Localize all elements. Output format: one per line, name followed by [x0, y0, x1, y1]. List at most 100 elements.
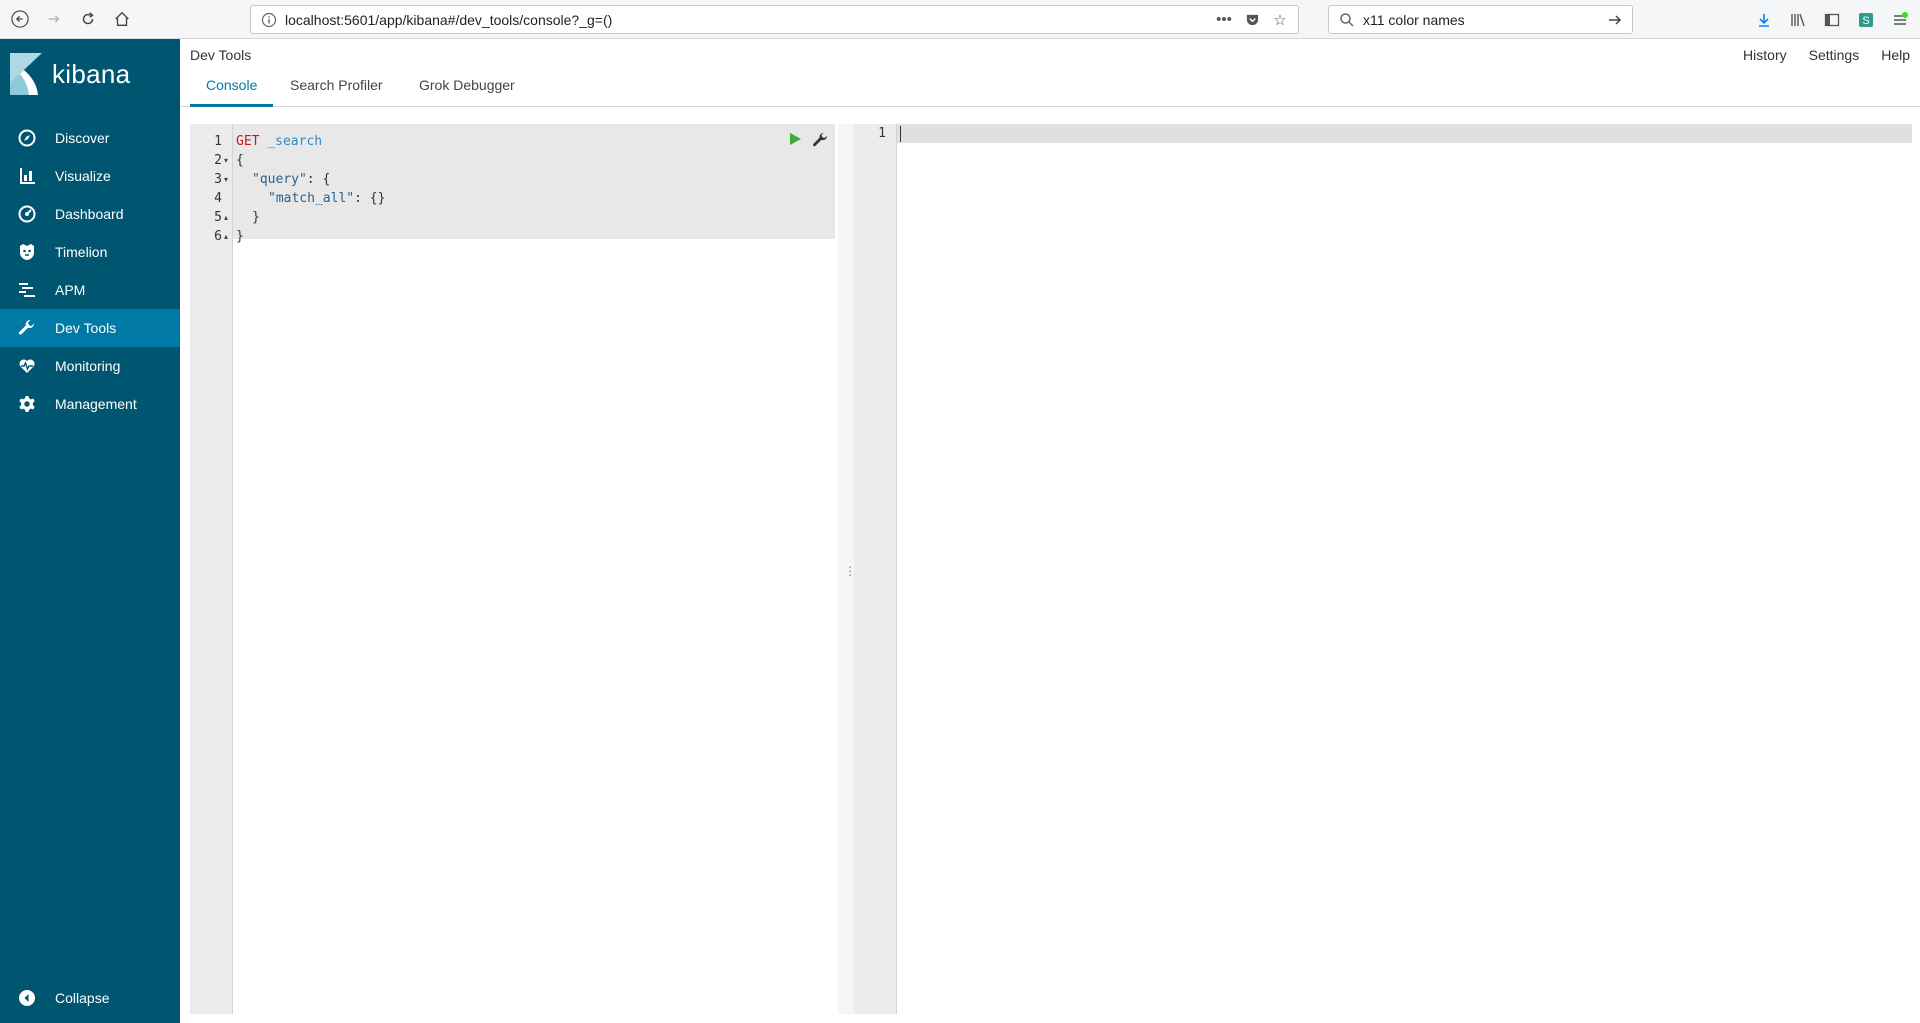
code-line: {	[236, 153, 244, 168]
response-output[interactable]: 1	[854, 124, 1912, 1014]
sidebar-item-dashboard[interactable]: Dashboard	[0, 195, 180, 233]
code-line: "query": {	[252, 170, 330, 189]
output-gutter: 1	[854, 124, 897, 1014]
request-editor[interactable]: 1 2 ▾ 3 ▾ 4 5 ▴ 6 ▴ GET _search { "query…	[190, 124, 838, 1014]
download-icon[interactable]	[1754, 10, 1774, 30]
page-actions-icon[interactable]: •••	[1214, 10, 1234, 30]
reload-button[interactable]	[74, 5, 102, 33]
request-options-wrench-icon[interactable]	[812, 132, 828, 148]
history-link[interactable]: History	[1743, 47, 1787, 63]
pocket-icon[interactable]	[1242, 10, 1262, 30]
line-number: 5	[214, 210, 222, 225]
json-key: "query"	[252, 172, 307, 187]
top-nav-links: History Settings Help	[1743, 47, 1910, 63]
library-icon[interactable]	[1788, 10, 1808, 30]
reload-icon	[82, 12, 94, 25]
request-actions	[788, 132, 828, 148]
timelion-icon	[18, 243, 36, 261]
compass-icon	[18, 129, 36, 147]
search-bar[interactable]: x11 color names	[1328, 5, 1633, 34]
collapse-button[interactable]: Collapse	[0, 979, 180, 1017]
sidebar-item-label: Dev Tools	[55, 320, 117, 336]
json-punct: : {	[306, 172, 331, 187]
fold-toggle-icon[interactable]: ▾	[224, 151, 228, 170]
main-content: Dev Tools History Settings Help Console …	[180, 39, 1920, 1023]
code-area[interactable]: GET _search { "query": { "match_all": {}…	[233, 124, 838, 1014]
dashboard-icon	[18, 205, 36, 223]
brand-name: kibana	[52, 58, 131, 89]
tab-bar: Console Search Profiler Grok Debugger	[180, 71, 1920, 107]
code-line: }	[236, 229, 244, 244]
line-number: 4	[214, 191, 222, 206]
sidebar-item-label: APM	[55, 282, 86, 298]
editor-gutter: 1 2 ▾ 3 ▾ 4 5 ▴ 6 ▴	[190, 124, 233, 1014]
heartbeat-icon	[18, 357, 36, 375]
fold-toggle-icon[interactable]: ▴	[224, 227, 228, 246]
send-request-play-icon[interactable]	[788, 132, 802, 146]
sidebar-item-monitoring[interactable]: Monitoring	[0, 347, 180, 385]
forward-button[interactable]	[40, 5, 68, 33]
line-number: 6	[214, 229, 222, 244]
bookmark-star-icon[interactable]: ☆	[1270, 10, 1290, 30]
tab-console[interactable]: Console	[190, 71, 274, 107]
sidebar-item-visualize[interactable]: Visualize	[0, 157, 180, 195]
code-line: "match_all": {}	[268, 189, 385, 208]
sidebar-item-label: Dashboard	[55, 206, 124, 222]
back-button[interactable]	[6, 5, 34, 33]
http-method: GET	[236, 134, 260, 149]
fold-toggle-icon[interactable]: ▾	[224, 170, 228, 189]
info-icon[interactable]	[261, 12, 277, 28]
app-header: Dev Tools History Settings Help	[180, 39, 1920, 71]
sidebar-item-discover[interactable]: Discover	[0, 119, 180, 157]
go-arrow-icon[interactable]	[1606, 11, 1624, 29]
kibana-brand[interactable]: kibana	[0, 39, 180, 109]
sidebar-item-label: Discover	[55, 130, 110, 146]
code-line: }	[252, 210, 260, 225]
gear-icon	[18, 395, 36, 413]
settings-link[interactable]: Settings	[1809, 47, 1860, 63]
address-bar[interactable]: localhost:5601/app/kibana#/dev_tools/con…	[250, 5, 1299, 34]
fold-toggle-icon[interactable]: ▴	[224, 208, 228, 227]
sidebar-item-label: Monitoring	[55, 358, 121, 374]
home-button[interactable]	[108, 5, 136, 33]
help-link[interactable]: Help	[1881, 47, 1910, 63]
sidebar-item-label: Visualize	[55, 168, 111, 184]
forward-arrow-icon	[48, 15, 60, 23]
json-key: "match_all"	[268, 191, 355, 206]
code-line: GET _search	[236, 132, 322, 151]
line-number: 2	[214, 153, 222, 168]
svg-text:S: S	[1862, 15, 1869, 27]
sidebar-item-label: Management	[55, 396, 137, 412]
line-number: 1	[878, 126, 886, 141]
back-arrow-icon	[11, 10, 29, 28]
active-line-highlight	[897, 124, 1912, 143]
request-path: _search	[267, 134, 323, 149]
sidebar-item-management[interactable]: Management	[0, 385, 180, 423]
json-punct: : {}	[354, 191, 386, 206]
collapse-label: Collapse	[55, 990, 110, 1006]
bar-chart-icon	[18, 167, 36, 185]
tab-grok-debugger[interactable]: Grok Debugger	[403, 71, 531, 107]
url-text[interactable]: localhost:5601/app/kibana#/dev_tools/con…	[285, 12, 1214, 28]
page-title: Dev Tools	[190, 47, 252, 63]
line-number: 3	[214, 172, 222, 187]
pane-resizer[interactable]: ⋮	[838, 124, 856, 1014]
line-number: 1	[214, 134, 222, 149]
extension-icon[interactable]: S	[1856, 10, 1876, 30]
sidebar-toggle-icon[interactable]	[1822, 10, 1842, 30]
sidebar-item-apm[interactable]: APM	[0, 271, 180, 309]
apm-icon	[18, 281, 36, 299]
sidebar-nav: Discover Visualize Dashboard Timelion AP…	[0, 119, 180, 423]
browser-toolbar: localhost:5601/app/kibana#/dev_tools/con…	[0, 0, 1920, 39]
tab-search-profiler[interactable]: Search Profiler	[274, 71, 399, 107]
collapse-icon	[18, 989, 36, 1007]
search-icon	[1340, 12, 1354, 27]
sidebar: kibana Discover Visualize Dashboard Time…	[0, 39, 180, 1023]
sidebar-item-dev-tools[interactable]: Dev Tools	[0, 309, 180, 347]
menu-icon[interactable]	[1890, 10, 1910, 30]
wrench-icon	[18, 319, 36, 337]
sidebar-item-timelion[interactable]: Timelion	[0, 233, 180, 271]
search-input[interactable]: x11 color names	[1363, 12, 1606, 28]
kibana-logo-icon	[10, 53, 42, 95]
home-icon	[115, 11, 129, 26]
